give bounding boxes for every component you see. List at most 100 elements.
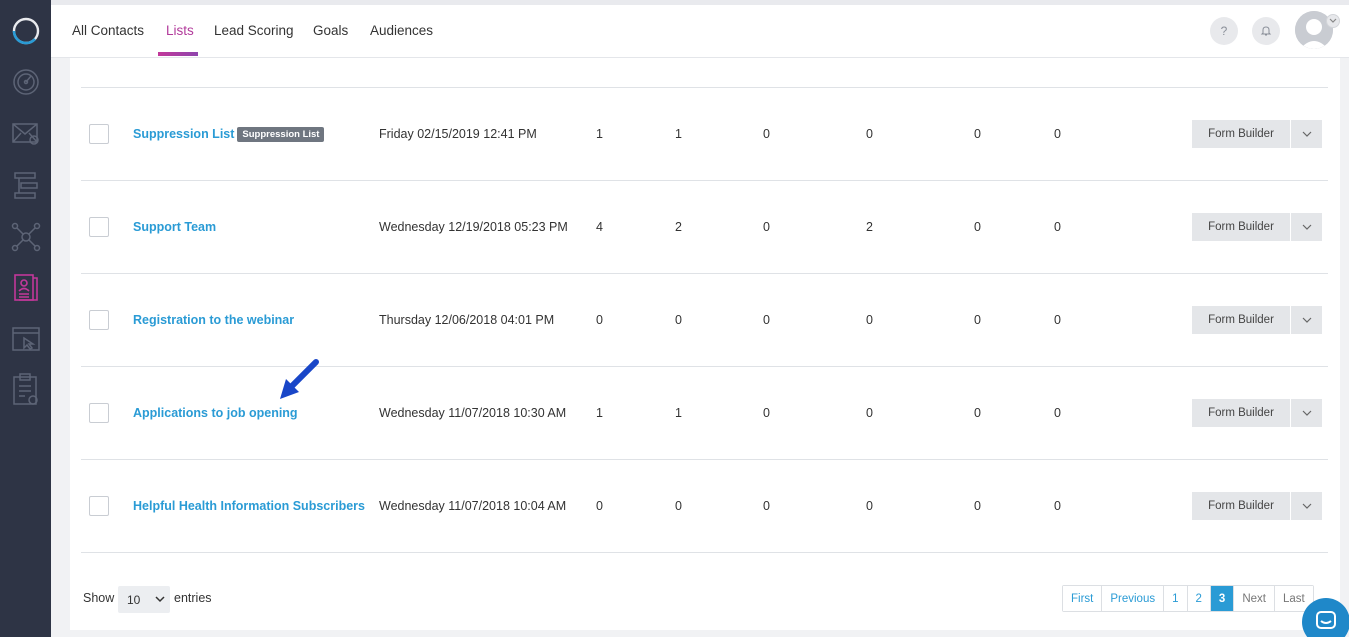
chat-widget-button[interactable] <box>1302 598 1349 637</box>
form-builder-dropdown[interactable] <box>1291 492 1322 520</box>
automation-icon[interactable] <box>0 163 51 207</box>
count-col-3: 0 <box>763 127 770 141</box>
count-col-6: 0 <box>1054 313 1061 327</box>
chevron-down-icon <box>1302 503 1311 509</box>
pagination-first[interactable]: First <box>1063 586 1103 611</box>
show-label: Show <box>83 591 115 605</box>
form-builder-button[interactable]: Form Builder <box>1192 399 1290 427</box>
sidebar <box>0 0 51 637</box>
account-menu-toggle[interactable] <box>1326 14 1340 28</box>
row-checkbox[interactable] <box>89 496 109 516</box>
row-checkbox[interactable] <box>89 124 109 144</box>
list-name-link[interactable]: Suppression List Suppression List <box>133 127 325 142</box>
form-builder-group: Form Builder <box>1192 399 1322 427</box>
form-builder-dropdown[interactable] <box>1291 399 1322 427</box>
annotation-arrow-icon <box>280 359 319 399</box>
form-builder-group: Form Builder <box>1192 120 1322 148</box>
tab-all-contacts[interactable]: All Contacts <box>72 23 144 38</box>
landing-page-icon[interactable] <box>0 317 51 361</box>
count-col-2: 0 <box>675 313 682 327</box>
count-col-1: 4 <box>596 220 603 234</box>
count-col-4: 0 <box>866 313 873 327</box>
count-col-4: 0 <box>866 406 873 420</box>
pagination-previous[interactable]: Previous <box>1102 586 1165 611</box>
chevron-down-icon <box>1302 224 1311 230</box>
list-name-link[interactable]: Helpful Health Information Subscribers <box>133 499 365 513</box>
form-builder-button[interactable]: Form Builder <box>1192 120 1290 148</box>
forms-icon[interactable] <box>0 367 51 411</box>
pagination-page-1[interactable]: 1 <box>1164 586 1188 611</box>
count-col-5: 0 <box>974 406 981 420</box>
count-col-5: 0 <box>974 220 981 234</box>
tab-lead-scoring[interactable]: Lead Scoring <box>214 23 294 38</box>
email-icon[interactable] <box>0 111 51 155</box>
count-col-4: 0 <box>866 499 873 513</box>
form-builder-group: Form Builder <box>1192 306 1322 334</box>
form-builder-dropdown[interactable] <box>1291 213 1322 241</box>
lists-table-card: Suppression List Suppression List Friday … <box>70 58 1340 630</box>
chevron-down-icon <box>1302 131 1311 137</box>
count-col-3: 0 <box>763 313 770 327</box>
form-builder-button[interactable]: Form Builder <box>1192 492 1290 520</box>
notifications-button[interactable] <box>1252 17 1280 45</box>
count-col-5: 0 <box>974 127 981 141</box>
form-builder-dropdown[interactable] <box>1291 120 1322 148</box>
pagination-page-3[interactable]: 3 <box>1210 586 1235 611</box>
tab-goals[interactable]: Goals <box>313 23 348 38</box>
list-date: Wednesday 11/07/2018 10:04 AM <box>379 499 567 513</box>
count-col-4: 2 <box>866 220 873 234</box>
list-date: Wednesday 12/19/2018 05:23 PM <box>379 220 568 234</box>
count-col-2: 1 <box>675 406 682 420</box>
pagination-next[interactable]: Next <box>1234 586 1275 611</box>
list-name-text: Suppression List <box>133 127 235 141</box>
entries-value: 10 <box>127 592 141 607</box>
entries-label: entries <box>174 591 212 605</box>
pagination-page-2[interactable]: 2 <box>1187 586 1211 611</box>
table-row: Suppression List Suppression List Friday … <box>70 87 1340 180</box>
help-icon: ? <box>1220 24 1228 38</box>
count-col-3: 0 <box>763 499 770 513</box>
table-row: Applications to job opening Wednesday 11… <box>70 366 1340 459</box>
count-col-3: 0 <box>763 406 770 420</box>
list-date: Friday 02/15/2019 12:41 PM <box>379 127 537 141</box>
count-col-3: 0 <box>763 220 770 234</box>
row-checkbox[interactable] <box>89 310 109 330</box>
list-name-link[interactable]: Applications to job opening <box>133 406 298 420</box>
logo-icon[interactable] <box>0 9 51 53</box>
count-col-6: 0 <box>1054 499 1061 513</box>
contacts-icon[interactable] <box>0 265 51 309</box>
row-checkbox[interactable] <box>89 217 109 237</box>
form-builder-button[interactable]: Form Builder <box>1192 306 1290 334</box>
list-date: Wednesday 11/07/2018 10:30 AM <box>379 406 567 420</box>
help-button[interactable]: ? <box>1210 17 1238 45</box>
tab-lists[interactable]: Lists <box>166 23 194 38</box>
list-name-link[interactable]: Registration to the webinar <box>133 313 294 327</box>
count-col-1: 1 <box>596 406 603 420</box>
list-name-link[interactable]: Support Team <box>133 220 216 234</box>
tab-audiences[interactable]: Audiences <box>370 23 433 38</box>
count-col-5: 0 <box>974 313 981 327</box>
active-tab-indicator <box>158 52 198 56</box>
dashboard-icon[interactable] <box>0 59 51 103</box>
count-col-2: 2 <box>675 220 682 234</box>
count-col-2: 0 <box>675 499 682 513</box>
network-icon[interactable] <box>0 215 51 259</box>
entries-per-page-select[interactable]: 10 <box>118 586 170 613</box>
count-col-2: 1 <box>675 127 682 141</box>
count-col-1: 1 <box>596 127 603 141</box>
table-row: Helpful Health Information Subscribers W… <box>70 459 1340 552</box>
form-builder-button[interactable]: Form Builder <box>1192 213 1290 241</box>
row-divider <box>81 552 1328 553</box>
count-col-6: 0 <box>1054 220 1061 234</box>
chevron-down-icon <box>1302 317 1311 323</box>
form-builder-group: Form Builder <box>1192 492 1322 520</box>
list-date: Thursday 12/06/2018 04:01 PM <box>379 313 555 327</box>
chevron-down-icon <box>1302 410 1311 416</box>
count-col-6: 0 <box>1054 406 1061 420</box>
form-builder-dropdown[interactable] <box>1291 306 1322 334</box>
pagination: First Previous 1 2 3 Next Last <box>1062 585 1314 612</box>
bell-icon <box>1260 26 1272 36</box>
row-checkbox[interactable] <box>89 403 109 423</box>
count-col-5: 0 <box>974 499 981 513</box>
list-type-badge: Suppression List <box>237 127 325 142</box>
